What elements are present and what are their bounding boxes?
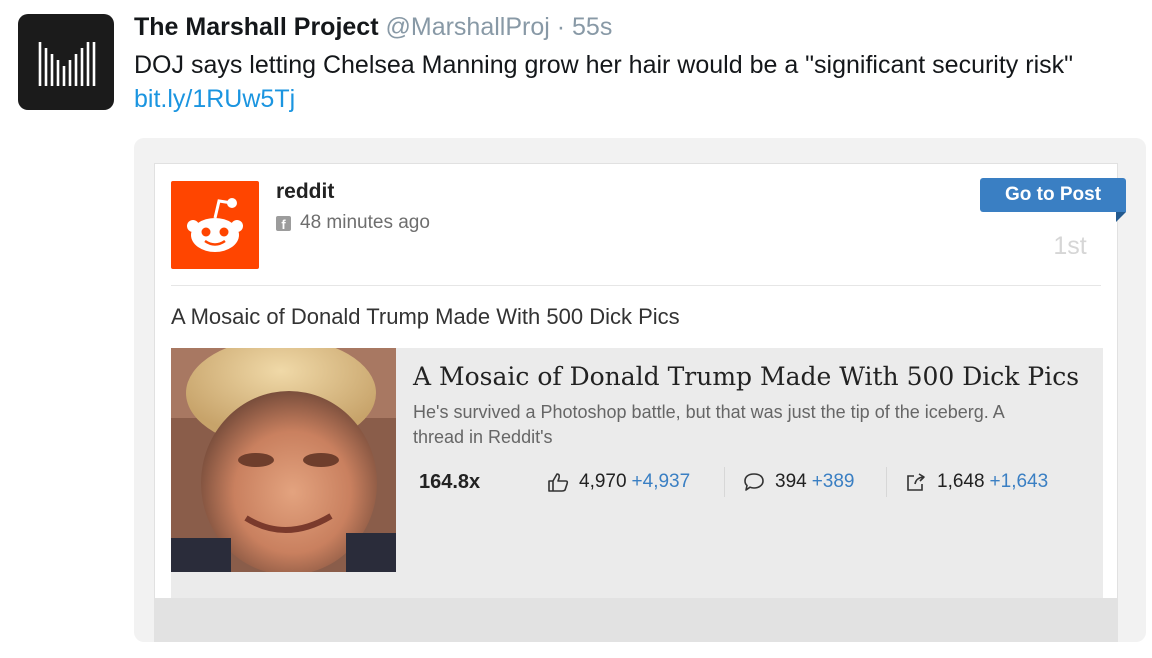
card-divider [171, 285, 1101, 286]
rank-label: 1st [1053, 232, 1087, 260]
media-attachment[interactable]: reddit f 48 minutes ago Go to Post 1st A… [134, 138, 1146, 642]
author-avatar[interactable] [18, 14, 114, 110]
comments-stat: 394 +389 [743, 471, 855, 493]
likes-stat: 4,970 +4,937 [547, 471, 690, 493]
thumbs-up-icon [548, 473, 569, 492]
score-multiplier: 164.8x [419, 471, 481, 493]
facebook-icon: f [276, 215, 291, 232]
preview-title[interactable]: A Mosaic of Donald Trump Made With 500 D… [413, 362, 1093, 391]
author-name[interactable]: The Marshall Project [134, 13, 379, 41]
post-card: reddit f 48 minutes ago Go to Post 1st A… [154, 163, 1126, 642]
shares-delta: +1,643 [989, 471, 1049, 492]
likes-delta: +4,937 [631, 471, 691, 492]
reddit-logo [171, 181, 259, 269]
post-time-ago: 48 minutes ago [300, 212, 430, 233]
stat-separator [724, 467, 725, 497]
tweet-header: The Marshall Project @MarshallProj · 55s [134, 12, 612, 42]
tweet-text: DOJ says letting Chelsea Manning grow he… [134, 48, 1144, 116]
preview-thumbnail [171, 348, 396, 572]
marshall-project-logo [38, 42, 96, 86]
likes-count: 4,970 [579, 471, 627, 492]
stat-separator [886, 467, 887, 497]
preview-description: He's survived a Photoshop battle, but th… [413, 402, 1004, 447]
source-name[interactable]: reddit [276, 180, 334, 204]
shares-count: 1,648 [937, 471, 985, 492]
tweet-link[interactable]: bit.ly/1RUw5Tj [134, 85, 295, 113]
tweet-timestamp[interactable]: 55s [572, 13, 612, 41]
header-separator: · [556, 13, 566, 41]
card-footer-strip [154, 598, 1118, 642]
post-meta: f 48 minutes ago [276, 212, 430, 234]
mosaic-portrait-image [171, 348, 396, 572]
comment-icon [744, 473, 764, 491]
post-title[interactable]: A Mosaic of Donald Trump Made With 500 D… [171, 304, 680, 330]
reddit-alien-icon [187, 198, 243, 252]
author-handle[interactable]: @MarshallProj [385, 13, 549, 41]
go-to-post-button[interactable]: Go to Post [980, 178, 1126, 212]
shares-stat: 1,648 +1,643 [905, 471, 1048, 493]
comments-count: 394 [775, 471, 807, 492]
share-icon [907, 473, 925, 491]
comments-delta: +389 [811, 471, 855, 492]
button-ribbon-fold [1116, 212, 1126, 222]
tweet-body: DOJ says letting Chelsea Manning grow he… [134, 51, 1074, 79]
